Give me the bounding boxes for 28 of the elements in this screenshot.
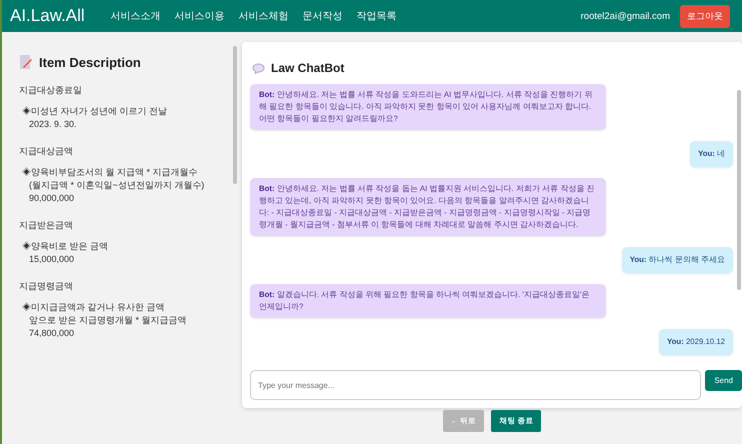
- nav-link[interactable]: 작업목록: [356, 9, 397, 23]
- sidebar-title: Item Description: [39, 54, 141, 70]
- item-heading: 지급명령금액: [19, 280, 74, 293]
- item-text: ◈양육비로 받은 금액: [21, 240, 110, 253]
- item-heading: 지급대상종료일: [19, 84, 83, 97]
- item-heading: 지급받은금액: [19, 219, 74, 232]
- item-text: ◈미지급금액과 같거나 유사한 금액: [21, 301, 166, 314]
- item-text: 2023. 9. 30.: [28, 118, 78, 131]
- item-text: 15,000,000: [28, 253, 76, 266]
- document-pencil-icon: [19, 54, 33, 70]
- item-text: 90,000,000: [28, 192, 76, 205]
- item-text: ◈양육비부담조서의 월 지급액 * 지급개월수: [21, 166, 199, 179]
- item-text: ◈미성년 자녀가 성년에 이르기 전날: [21, 105, 168, 118]
- nav-link[interactable]: 문서작성: [302, 9, 343, 23]
- nav-link[interactable]: 서비스체험: [238, 9, 289, 23]
- chat-title: Law ChatBot: [271, 61, 344, 75]
- user-email: rootel2ai@gmail.com: [580, 10, 670, 22]
- nav-link[interactable]: 서비스이용: [174, 9, 225, 23]
- item-text: 앞으로 받은 지급명령개월 * 월지급금액: [28, 314, 188, 327]
- nav-link[interactable]: 서비스소개: [110, 9, 161, 23]
- send-button[interactable]: Send: [705, 370, 742, 391]
- item-heading: 지급대상금액: [19, 145, 74, 158]
- item-text: 74,800,000: [28, 327, 76, 340]
- logout-button[interactable]: 로그아웃: [680, 4, 730, 28]
- item-text: (월지급액 * 이혼익일~성년전일까지 개월수): [28, 179, 206, 192]
- speech-bubble-icon: [252, 62, 265, 74]
- site-logo[interactable]: AI.Law.All: [10, 6, 85, 26]
- message-input-field[interactable]: Type your message...: [250, 370, 702, 400]
